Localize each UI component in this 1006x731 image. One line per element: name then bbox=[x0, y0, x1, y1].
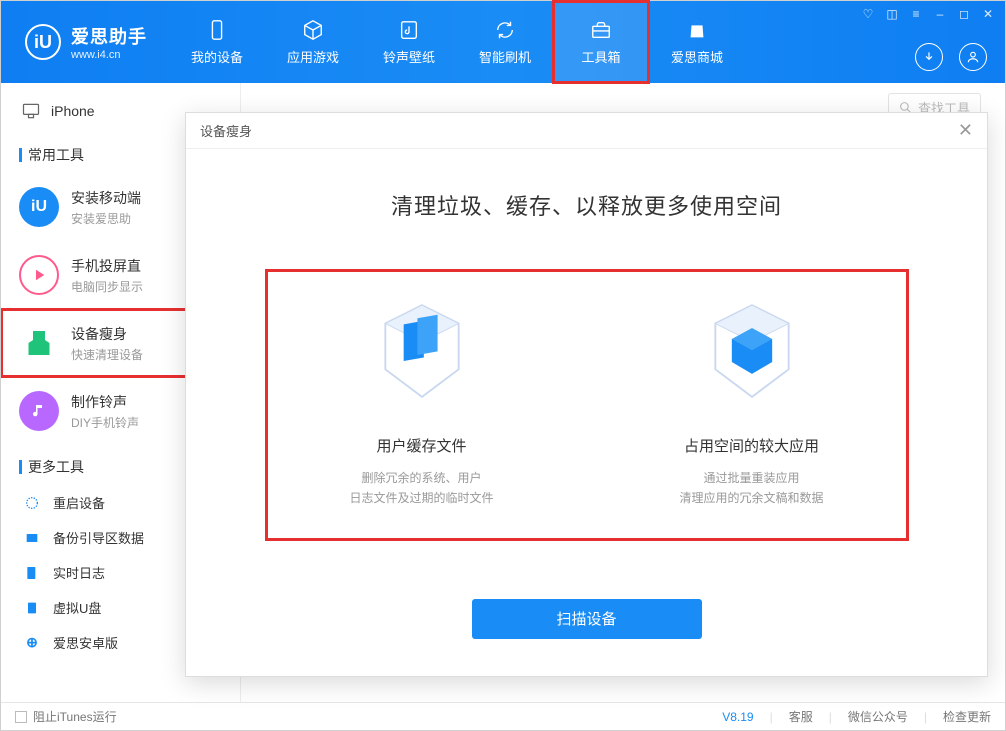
card-desc: 通过批量重装应用清理应用的冗余文稿和数据 bbox=[679, 468, 823, 509]
more-label: 虚拟U盘 bbox=[53, 598, 101, 617]
menu-icon[interactable]: ≡ bbox=[909, 7, 923, 21]
footer-support[interactable]: 客服 bbox=[789, 708, 813, 725]
more-label: 爱思安卓版 bbox=[53, 633, 118, 652]
refresh-icon bbox=[493, 18, 517, 42]
android-icon: ⊕ bbox=[23, 634, 41, 652]
tool-title: 制作铃声 bbox=[71, 392, 139, 412]
modal-heading: 清理垃圾、缓存、以释放更多使用空间 bbox=[391, 189, 782, 221]
cards-highlight-area: 用户缓存文件 删除冗余的系统、用户日志文件及过期的临时文件 占用空间的较大应用 … bbox=[267, 271, 907, 539]
usb-icon bbox=[23, 599, 41, 617]
itunes-checkbox[interactable] bbox=[15, 711, 27, 723]
nav-label: 爱思商城 bbox=[671, 47, 723, 66]
user-button[interactable] bbox=[959, 43, 987, 71]
install-icon: iU bbox=[19, 187, 59, 227]
device-icon bbox=[205, 18, 229, 42]
slim-icon bbox=[19, 323, 59, 363]
scan-device-button[interactable]: 扫描设备 bbox=[472, 599, 702, 639]
modal-title: 设备瘦身 bbox=[200, 121, 252, 140]
version-label: V8.19 bbox=[722, 710, 753, 724]
tool-desc: 安装爱思助 bbox=[71, 210, 141, 227]
ringtone-icon bbox=[19, 391, 59, 431]
nav-ringtone[interactable]: 铃声壁纸 bbox=[361, 1, 457, 83]
app-title: 爱思助手 bbox=[71, 23, 147, 49]
skin-icon[interactable]: ♡ bbox=[861, 7, 875, 21]
tool-desc: 快速清理设备 bbox=[71, 346, 143, 363]
tool-desc: 电脑同步显示 bbox=[71, 278, 143, 295]
nav-label: 铃声壁纸 bbox=[383, 47, 435, 66]
nav-flash[interactable]: 智能刷机 bbox=[457, 1, 553, 83]
toolbox-icon bbox=[589, 18, 613, 42]
download-button[interactable] bbox=[915, 43, 943, 71]
nav-toolbox[interactable]: 工具箱 bbox=[553, 1, 649, 83]
tool-title: 设备瘦身 bbox=[71, 324, 143, 344]
app-header: iU 爱思助手 www.i4.cn 我的设备 应用游戏 铃声壁纸 智能刷机 工具… bbox=[1, 1, 1005, 83]
backup-icon bbox=[23, 529, 41, 547]
card-title: 占用空间的较大应用 bbox=[684, 435, 819, 456]
window-controls: ♡ ◫ ≡ ‒ ◻ ✕ bbox=[861, 7, 995, 21]
nav-label: 应用游戏 bbox=[287, 47, 339, 66]
nav-label: 工具箱 bbox=[581, 47, 620, 66]
feedback-icon[interactable]: ◫ bbox=[885, 7, 899, 21]
monitor-icon bbox=[21, 101, 41, 121]
logo-icon: iU bbox=[25, 24, 61, 60]
mirror-icon bbox=[19, 255, 59, 295]
nav-my-device[interactable]: 我的设备 bbox=[169, 1, 265, 83]
log-icon bbox=[23, 564, 41, 582]
nav-tabs: 我的设备 应用游戏 铃声壁纸 智能刷机 工具箱 爱思商城 bbox=[169, 1, 745, 83]
logo-area: iU 爱思助手 www.i4.cn bbox=[1, 1, 165, 83]
nav-apps[interactable]: 应用游戏 bbox=[265, 1, 361, 83]
more-label: 重启设备 bbox=[53, 493, 105, 512]
card-large-apps[interactable]: 占用空间的较大应用 通过批量重装应用清理应用的冗余文稿和数据 bbox=[652, 291, 852, 509]
apps-graphic-icon bbox=[692, 291, 812, 411]
card-desc: 删除冗余的系统、用户日志文件及过期的临时文件 bbox=[349, 468, 493, 509]
device-slim-modal: 设备瘦身 ✕ 清理垃圾、缓存、以释放更多使用空间 用户缓存文件 删除冗余的系统、… bbox=[185, 112, 988, 677]
restart-icon bbox=[23, 494, 41, 512]
tool-title: 手机投屏直 bbox=[71, 256, 143, 276]
app-url: www.i4.cn bbox=[71, 49, 147, 61]
card-title: 用户缓存文件 bbox=[376, 435, 466, 456]
music-icon bbox=[397, 18, 421, 42]
cache-graphic-icon bbox=[362, 291, 482, 411]
footer-wechat[interactable]: 微信公众号 bbox=[848, 708, 908, 725]
tool-desc: DIY手机铃声 bbox=[71, 414, 139, 431]
bag-icon bbox=[685, 18, 709, 42]
device-name: iPhone bbox=[51, 103, 95, 119]
close-icon[interactable]: ✕ bbox=[981, 7, 995, 21]
nav-label: 我的设备 bbox=[191, 47, 243, 66]
tool-title: 安装移动端 bbox=[71, 188, 141, 208]
nav-label: 智能刷机 bbox=[479, 47, 531, 66]
more-label: 备份引导区数据 bbox=[53, 528, 144, 547]
card-cache-files[interactable]: 用户缓存文件 删除冗余的系统、用户日志文件及过期的临时文件 bbox=[322, 291, 522, 509]
itunes-label: 阻止iTunes运行 bbox=[33, 708, 117, 725]
minimize-icon[interactable]: ‒ bbox=[933, 7, 947, 21]
nav-store[interactable]: 爱思商城 bbox=[649, 1, 745, 83]
maximize-icon[interactable]: ◻ bbox=[957, 7, 971, 21]
modal-close-button[interactable]: ✕ bbox=[958, 120, 973, 141]
footer: 阻止iTunes运行 V8.19 | 客服 | 微信公众号 | 检查更新 bbox=[1, 702, 1005, 730]
more-label: 实时日志 bbox=[53, 563, 105, 582]
footer-update[interactable]: 检查更新 bbox=[943, 708, 991, 725]
cube-icon bbox=[301, 18, 325, 42]
